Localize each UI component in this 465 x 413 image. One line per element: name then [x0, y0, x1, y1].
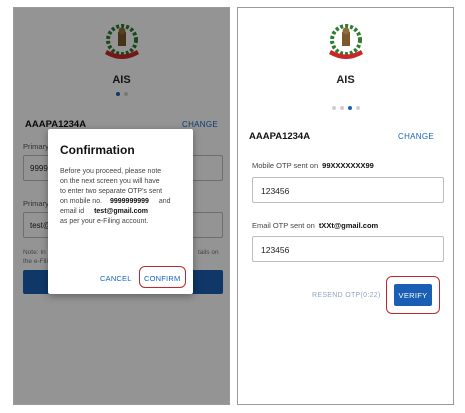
left-phone-screen: AIS AAAPA1234A CHANGE Primary 9999 Prima… — [13, 7, 230, 405]
page-dot — [331, 106, 336, 110]
mobile-otp-label: Mobile OTP sent on 99XXXXXXX99 — [252, 161, 374, 170]
masked-mobile: 99XXXXXXX99 — [322, 161, 374, 170]
page-dot-active — [347, 106, 352, 110]
dialog-line-email: email id test@gmail.com — [60, 207, 186, 217]
dialog-line: on the next screen you will have — [60, 178, 160, 185]
page-dot — [355, 106, 360, 110]
verify-highlight-box — [386, 276, 440, 314]
app-title: AIS — [336, 74, 355, 86]
income-tax-department-logo — [328, 24, 363, 59]
page-indicator — [331, 106, 360, 110]
dialog-email: test@gmail.com — [94, 208, 148, 215]
confirm-highlight-box — [139, 266, 186, 288]
mobile-otp-label-text: Mobile OTP sent on — [252, 161, 319, 170]
confirmation-dialog: Confirmation Before you proceed, please … — [48, 129, 193, 294]
cancel-button[interactable]: CANCEL — [100, 274, 132, 283]
dialog-line: Before you proceed, please note — [60, 168, 162, 175]
page-dot — [339, 106, 344, 110]
pan-number: AAAPA1234A — [249, 131, 311, 142]
dialog-line: to enter two separate OTP's sent — [60, 188, 163, 195]
dialog-line-mobile: on mobile no. 9999999999 and — [60, 197, 186, 207]
right-phone-screen: AIS AAAPA1234A CHANGE Mobile OTP sent on… — [237, 7, 454, 405]
dialog-title: Confirmation — [60, 143, 135, 157]
dialog-text: email id — [60, 208, 85, 215]
dialog-text: on mobile no. — [60, 198, 103, 205]
dialog-message: Before you proceed, please note on the n… — [60, 167, 186, 227]
dialog-text: and — [158, 198, 171, 205]
resend-otp-button[interactable]: RESEND OTP(0:22) — [312, 292, 381, 299]
email-otp-label: Email OTP sent on tXXt@gmail.com — [252, 221, 378, 230]
dialog-line: as per your e-Filing account. — [60, 218, 149, 225]
mobile-otp-input[interactable]: 123456 — [252, 177, 444, 203]
email-otp-input[interactable]: 123456 — [252, 236, 444, 262]
change-button[interactable]: CHANGE — [398, 132, 434, 141]
email-otp-label-text: Email OTP sent on — [252, 221, 315, 230]
dialog-mobile-number: 9999999999 — [109, 198, 149, 205]
masked-email: tXXt@gmail.com — [318, 221, 379, 230]
